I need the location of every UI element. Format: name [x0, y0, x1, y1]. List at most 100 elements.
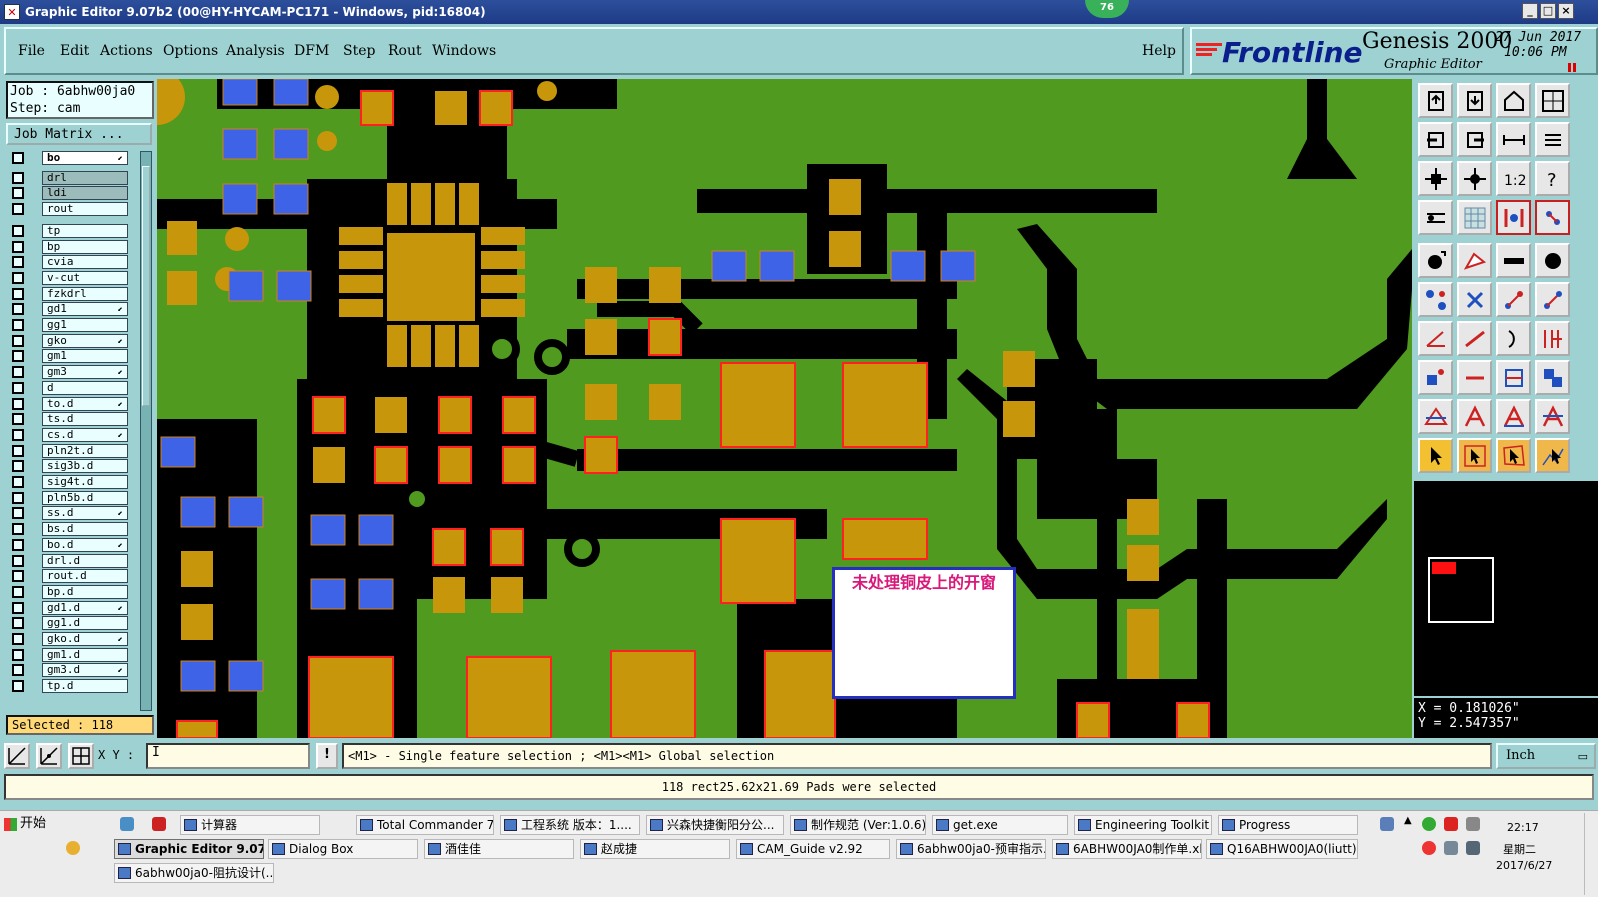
tool-pointer-net-icon[interactable] — [1535, 438, 1570, 473]
tool-pointer-box-icon[interactable] — [1457, 438, 1492, 473]
layer-row[interactable]: gm1.d — [8, 647, 130, 663]
layer-checkbox[interactable] — [12, 203, 24, 216]
overview-viewport[interactable] — [1432, 562, 1456, 574]
layer-checkbox[interactable] — [12, 491, 24, 504]
layer-name[interactable]: bs.d — [42, 522, 128, 537]
layer-name[interactable]: ldi — [42, 186, 128, 201]
taskbar-item[interactable]: 工程系统 版本：1.... — [500, 815, 640, 835]
tray-monitor-icon[interactable] — [1380, 817, 1394, 831]
exclaim-button[interactable]: ! — [316, 743, 338, 769]
tool-minus-icon[interactable] — [1457, 360, 1492, 395]
layer-checkbox[interactable] — [12, 271, 24, 284]
layer-name[interactable]: gd1.d ⬋ — [42, 600, 128, 615]
pause-icon[interactable] — [1568, 63, 1576, 72]
tool-angle-icon[interactable] — [1418, 321, 1453, 356]
xy-input[interactable]: I — [146, 743, 310, 769]
layer-checkbox[interactable] — [12, 287, 24, 300]
layer-row[interactable]: bo ⬋ — [8, 151, 130, 166]
layer-checkbox[interactable] — [12, 428, 24, 441]
layer-name[interactable]: rout — [42, 202, 128, 217]
taskbar-item[interactable]: 兴森快捷衡阳分公... — [646, 815, 784, 835]
layer-name[interactable]: gko ⬋ — [42, 333, 128, 348]
layer-checkbox[interactable] — [12, 319, 24, 331]
layer-row[interactable]: gm1 — [8, 349, 130, 364]
layer-checkbox[interactable] — [12, 680, 24, 693]
layer-row[interactable]: drl — [8, 170, 130, 186]
layer-checkbox[interactable] — [12, 570, 24, 583]
layer-name[interactable]: cvia — [42, 255, 128, 270]
menu-edit[interactable]: Edit — [60, 43, 89, 59]
menu-windows[interactable]: Windows — [432, 43, 496, 59]
graphic-canvas[interactable]: 未处理铜皮上的开窗 — [157, 79, 1412, 738]
notification-badge[interactable]: 76 — [1085, 0, 1129, 18]
layer-row[interactable]: gg1 — [8, 318, 130, 333]
layer-checkbox[interactable] — [12, 152, 24, 164]
tray-antivirus-icon[interactable] — [1422, 841, 1436, 855]
layer-row[interactable]: sig3b.d — [8, 459, 130, 474]
tool-line-icon[interactable] — [1457, 321, 1492, 356]
tray-usb-icon[interactable] — [1466, 817, 1480, 831]
tool-scale-1-2-icon[interactable]: 1:2 — [1496, 161, 1531, 196]
layer-row[interactable]: rout — [8, 202, 130, 217]
layer-name[interactable]: gg1.d — [42, 616, 128, 631]
taskbar-item[interactable]: CAM_Guide v2.92 — [736, 839, 890, 859]
taskbar-item[interactable]: 计算器 — [180, 815, 320, 835]
menu-options[interactable]: Options — [163, 43, 218, 59]
layer-name[interactable]: bo.d ⬋ — [42, 537, 128, 552]
layer-checkbox[interactable] — [12, 538, 24, 551]
clock-time[interactable]: 22:17 — [1507, 821, 1539, 834]
layer-name[interactable]: tp — [42, 223, 128, 238]
layer-name[interactable]: gd1 ⬋ — [42, 302, 128, 317]
tool-snap-icon[interactable] — [1496, 200, 1531, 235]
tray-app-icon[interactable] — [1444, 817, 1458, 831]
taskbar-item[interactable]: Engineering Toolkit 9.... — [1074, 815, 1212, 835]
layer-checkbox[interactable] — [12, 381, 24, 394]
layer-row[interactable]: gko ⬋ — [8, 333, 130, 349]
layer-row[interactable]: gm3.d ⬋ — [8, 663, 130, 678]
layer-name[interactable]: bp — [42, 239, 128, 254]
taskbar-item[interactable]: Total Commander 7.0... — [356, 815, 494, 835]
tool-measure-icon[interactable] — [1418, 200, 1453, 235]
layer-name[interactable]: bo ⬋ — [42, 151, 128, 165]
tool-window-icon[interactable] — [1535, 83, 1570, 118]
taskbar-item[interactable]: 酒佳佳 — [424, 839, 574, 859]
tool-pan-right-icon[interactable] — [1457, 122, 1492, 157]
unit-selector[interactable]: Inch ▭ — [1496, 743, 1596, 769]
layer-name[interactable]: ss.d ⬋ — [42, 506, 128, 521]
layer-name[interactable]: to.d ⬋ — [42, 396, 128, 411]
layer-name[interactable]: gm3.d ⬋ — [42, 663, 128, 678]
tray-volume-icon[interactable] — [1444, 841, 1458, 855]
layer-row[interactable]: tp — [8, 223, 130, 239]
layer-name[interactable]: pln5b.d — [42, 490, 128, 505]
layer-name[interactable]: pln2t.d — [42, 443, 128, 458]
layer-name[interactable]: gm1.d — [42, 647, 128, 662]
colors-icon[interactable] — [66, 841, 80, 855]
layer-row[interactable]: bp.d — [8, 584, 130, 600]
taskbar-item[interactable]: get.exe — [932, 815, 1068, 835]
tool-text-edit-icon[interactable] — [1535, 399, 1570, 434]
tool-split-icon[interactable] — [1535, 321, 1570, 356]
layer-checkbox[interactable] — [12, 240, 24, 253]
layer-checkbox[interactable] — [12, 334, 24, 347]
tool-add-surface-icon[interactable] — [1457, 243, 1492, 278]
layer-name[interactable]: gko.d ⬋ — [42, 632, 128, 646]
layer-row[interactable]: pln2t.d — [8, 443, 130, 459]
menu-help[interactable]: Help — [1142, 43, 1176, 59]
layer-checkbox[interactable] — [12, 171, 24, 184]
tool-expand-icon[interactable] — [1418, 161, 1453, 196]
tool-home-icon[interactable] — [1496, 83, 1531, 118]
layer-row[interactable]: gko.d ⬋ — [8, 632, 130, 647]
scrollbar-thumb[interactable] — [142, 166, 150, 406]
tool-pointer-icon[interactable] — [1418, 438, 1453, 473]
tool-stretch-icon[interactable] — [1535, 282, 1570, 317]
tool-resize-icon[interactable] — [1496, 360, 1531, 395]
layer-checkbox[interactable] — [12, 617, 24, 630]
taskbar-item[interactable]: 6ABHW00JA0制作单.xl... — [1052, 839, 1202, 859]
layer-checkbox[interactable] — [12, 664, 24, 677]
tool-zoom-in-icon[interactable] — [1457, 83, 1492, 118]
layer-checkbox[interactable] — [12, 397, 24, 410]
snap-off-icon[interactable] — [4, 743, 30, 769]
layer-row[interactable]: cvia — [8, 255, 130, 270]
layer-row[interactable]: ss.d ⬋ — [8, 506, 130, 521]
layer-name[interactable]: d — [42, 380, 128, 395]
